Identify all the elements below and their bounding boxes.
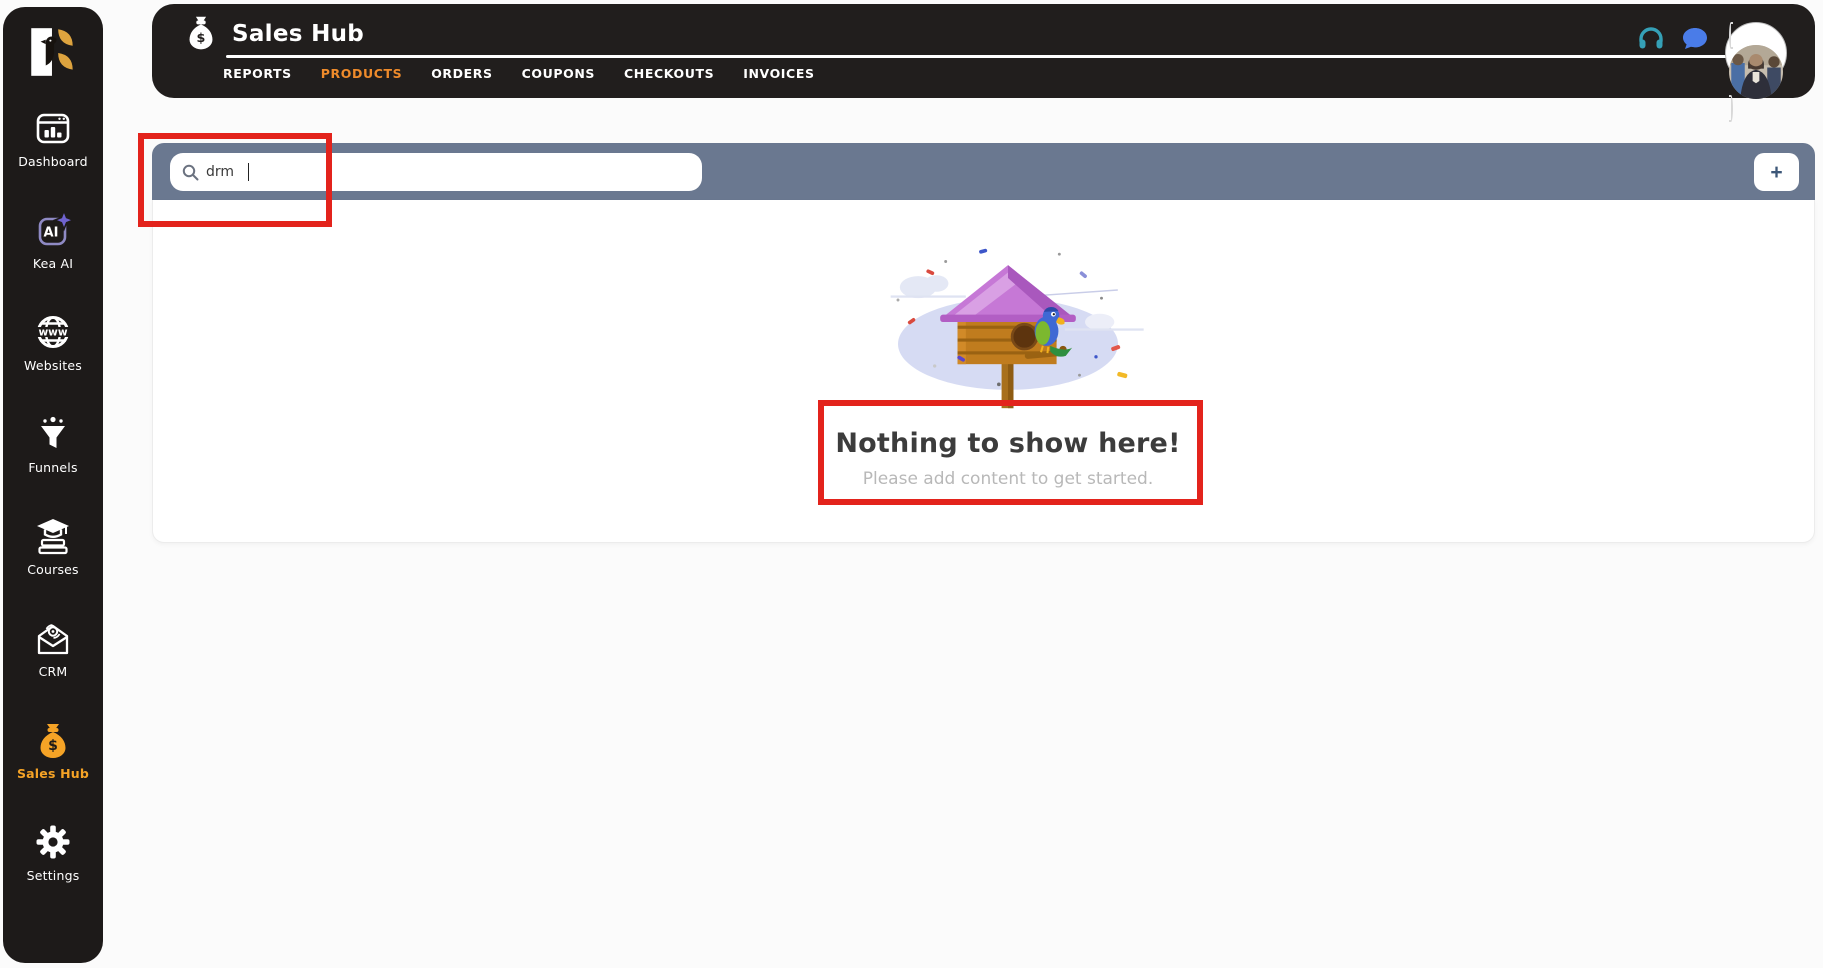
sidebar-item-label: Kea AI	[32, 256, 74, 271]
search-input[interactable]	[206, 164, 240, 180]
product-search[interactable]	[170, 153, 702, 191]
tab-products[interactable]: PRODUCTS	[321, 62, 402, 85]
sidebar-item-label: Websites	[24, 358, 82, 373]
tab-invoices[interactable]: INVOICES	[743, 62, 814, 85]
text-caret	[248, 163, 249, 181]
tab-coupons[interactable]: COUPONS	[522, 62, 595, 85]
search-icon	[182, 164, 199, 181]
sidebar-item-dashboard[interactable]: Dashboard	[3, 107, 103, 169]
cloud	[1085, 313, 1115, 331]
add-product-button[interactable]: +	[1754, 153, 1799, 191]
avatar-ring	[1729, 22, 1783, 122]
funnel-icon	[32, 413, 74, 455]
header-tabs: REPORTS PRODUCTS ORDERS COUPONS CHECKOUT…	[223, 62, 815, 85]
money-bag-icon: $	[184, 15, 218, 53]
globe-www-icon: www	[32, 311, 74, 353]
gold-leaf	[58, 53, 73, 70]
products-toolbar: +	[152, 143, 1815, 200]
tab-checkouts[interactable]: CHECKOUTS	[624, 62, 714, 85]
svg-text:$: $	[48, 738, 58, 754]
gear-icon	[32, 821, 74, 863]
app-window: Dashboard AI Kea AI www Websites Funnels…	[0, 0, 1823, 968]
envelope-gear-icon	[32, 617, 74, 659]
sidebar-item-kea-ai[interactable]: AI Kea AI	[3, 209, 103, 271]
sidebar-item-label: CRM	[38, 664, 68, 679]
sidebar-item-crm[interactable]: CRM	[3, 617, 103, 679]
empty-state-subtitle: Please add content to get started.	[862, 469, 1154, 489]
sidebar-item-courses[interactable]: Courses	[3, 515, 103, 577]
empty-state: Nothing to show here! Please add content…	[728, 245, 1288, 489]
gold-leaf	[58, 29, 73, 46]
user-avatar[interactable]	[1725, 22, 1787, 122]
sidebar-item-label: Settings	[26, 868, 80, 883]
birdhouse-illustration	[890, 248, 1144, 409]
sidebar-item-label: Courses	[27, 562, 79, 577]
svg-text:AI: AI	[44, 226, 59, 241]
tab-orders[interactable]: ORDERS	[431, 62, 492, 85]
kea-ai-icon: AI	[32, 209, 74, 251]
title-underline	[226, 55, 1738, 58]
sidebar-item-label: Sales Hub	[16, 766, 90, 781]
dashboard-icon	[32, 107, 74, 149]
sidebar: Dashboard AI Kea AI www Websites Funnels…	[3, 7, 103, 963]
header-actions	[1637, 4, 1787, 122]
kea-bird-logo[interactable]	[24, 23, 82, 81]
sidebar-item-label: Dashboard	[18, 154, 88, 169]
graduation-books-icon	[32, 515, 74, 557]
tab-reports[interactable]: REPORTS	[223, 62, 292, 85]
cloud	[899, 275, 949, 299]
empty-state-title: Nothing to show here!	[835, 428, 1181, 459]
sidebar-nav: Dashboard AI Kea AI www Websites Funnels…	[3, 107, 103, 883]
svg-text:$: $	[197, 31, 206, 46]
page-title: Sales Hub	[232, 21, 365, 47]
chat-bubble-icon[interactable]	[1681, 25, 1709, 53]
sidebar-item-funnels[interactable]: Funnels	[3, 413, 103, 475]
sidebar-item-websites[interactable]: www Websites	[3, 311, 103, 373]
sidebar-item-settings[interactable]: Settings	[3, 821, 103, 883]
sidebar-item-label: Funnels	[28, 460, 78, 475]
sidebar-item-sales-hub[interactable]: $ Sales Hub	[3, 719, 103, 781]
headphones-icon[interactable]	[1637, 25, 1665, 53]
svg-text:www: www	[38, 327, 67, 339]
sales-hub-header: $ Sales Hub REPORTS PRODUCTS ORDERS COUP…	[152, 4, 1815, 122]
money-bag-icon: $	[32, 719, 74, 761]
